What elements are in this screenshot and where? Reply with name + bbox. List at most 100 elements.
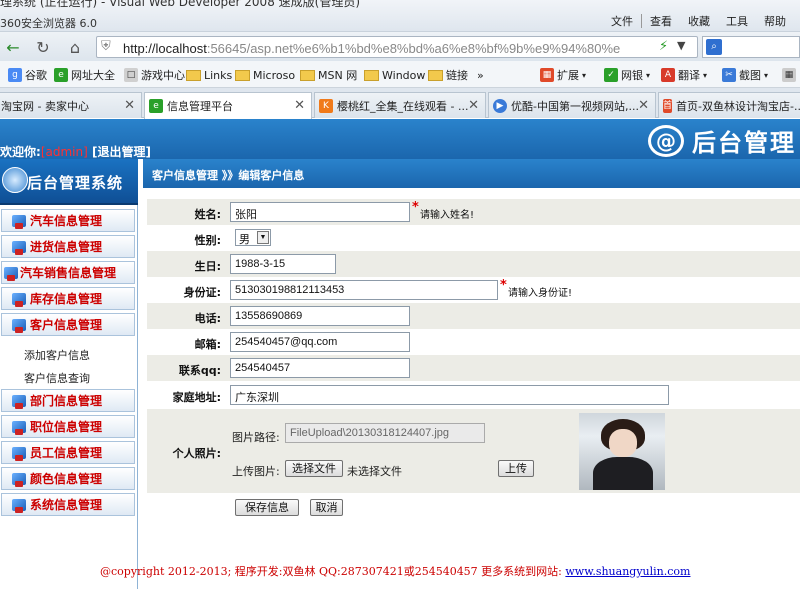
browser-navbar: ← ↻ ⌂ ⛨ http://localhost:56645/asp.net%e… bbox=[0, 32, 800, 61]
tab-bar: 淘宝网 - 卖家中心 ✕ e 信息管理平台 ✕ K 樱桃红_全集_在线观看 - ... ✕… bbox=[0, 88, 800, 119]
search-box[interactable]: ⌕ bbox=[702, 36, 800, 58]
menu-favorites[interactable]: 收藏 bbox=[680, 13, 718, 29]
photo-path-label: 图片路径: bbox=[232, 431, 280, 444]
close-icon[interactable]: ✕ bbox=[124, 98, 135, 113]
menu-book-icon bbox=[4, 266, 18, 281]
sidebar-item-system[interactable]: 系统信息管理 bbox=[1, 493, 135, 516]
sidebar-item-department[interactable]: 部门信息管理 bbox=[1, 389, 135, 412]
toolbar-extensions[interactable]: ▦ 扩展 ▾ bbox=[540, 66, 586, 84]
tab-taobao[interactable]: 淘宝网 - 卖家中心 ✕ bbox=[0, 92, 142, 118]
address-url[interactable]: http://localhost:56645/asp.net%e6%b1%bd%… bbox=[123, 41, 657, 56]
birthday-input[interactable]: 1988-3-15 bbox=[230, 254, 336, 274]
menu-book-icon bbox=[12, 240, 26, 255]
choose-file-button[interactable]: 选择文件 bbox=[285, 460, 343, 477]
row-birthday: 生日: 1988-3-15 bbox=[147, 251, 800, 277]
sidebar-item-car-sales[interactable]: 汽车销售信息管理 bbox=[1, 261, 135, 284]
menu-file[interactable]: 文件 bbox=[603, 13, 641, 29]
sidebar-title-text: 后台管理系统 bbox=[27, 174, 124, 192]
idcard-input[interactable]: 513030198812113453 bbox=[230, 280, 498, 300]
label-qq: 联系qq: bbox=[178, 364, 221, 377]
fav-microsoft[interactable]: Microso bbox=[235, 66, 295, 84]
row-idcard: 身份证: 513030198812113453 * 请输入身份证! bbox=[147, 277, 800, 303]
sidebar-item-color[interactable]: 颜色信息管理 bbox=[1, 467, 135, 490]
welcome-bar: 欢迎你:[admin] [退出管理] bbox=[0, 145, 151, 159]
menu-book-icon bbox=[12, 420, 26, 435]
label-birthday: 生日: bbox=[194, 260, 221, 273]
upload-button[interactable]: 上传 bbox=[498, 460, 534, 477]
fav-google[interactable]: g 谷歌 bbox=[8, 66, 47, 84]
tab-shuangyulin[interactable]: 首首页-双鱼林设计淘宝店-... bbox=[658, 92, 800, 118]
toolbar-translate[interactable]: A 翻译 ▾ bbox=[661, 66, 707, 84]
grid-icon[interactable]: ▦ bbox=[782, 66, 796, 84]
sidebar-item-purchase[interactable]: 进货信息管理 bbox=[1, 235, 135, 258]
logout-link[interactable]: [退出管理] bbox=[92, 145, 151, 159]
cancel-button[interactable]: 取消 bbox=[310, 499, 343, 516]
shop-icon: 首 bbox=[663, 98, 673, 113]
label-email: 邮箱: bbox=[194, 338, 221, 351]
email-input[interactable]: 254540457@qq.com bbox=[230, 332, 410, 352]
menu-help[interactable]: 帮助 bbox=[756, 13, 794, 29]
sidebar-item-inventory[interactable]: 库存信息管理 bbox=[1, 287, 135, 310]
fav-game-center[interactable]: □ 游戏中心 bbox=[124, 66, 185, 84]
row-gender: 性别: 男 ▼ bbox=[147, 225, 800, 251]
no-file-text: 未选择文件 bbox=[347, 465, 402, 478]
menu-tools[interactable]: 工具 bbox=[718, 13, 756, 29]
footer-link[interactable]: www.shuangyulin.com bbox=[565, 565, 690, 578]
sidebar-subitem-add-customer[interactable]: 添加客户信息 bbox=[24, 347, 90, 363]
folder-icon bbox=[235, 69, 250, 81]
label-name: 姓名: bbox=[194, 208, 221, 221]
address-bar[interactable]: ⛨ http://localhost:56645/asp.net%e6%b1%b… bbox=[96, 36, 698, 58]
folder-icon bbox=[300, 69, 315, 81]
search-engine-icon[interactable]: ⌕ bbox=[706, 39, 722, 55]
qq-input[interactable]: 254540457 bbox=[230, 358, 410, 378]
sidebar-item-employee[interactable]: 员工信息管理 bbox=[1, 441, 135, 464]
gender-select[interactable]: 男 ▼ bbox=[235, 229, 271, 246]
sidebar-item-customer[interactable]: 客户信息管理 bbox=[1, 313, 135, 336]
fav-more[interactable]: » bbox=[477, 66, 484, 84]
close-icon[interactable]: ✕ bbox=[638, 98, 649, 113]
toolbar-ebank[interactable]: ✓ 网银 ▾ bbox=[604, 66, 650, 84]
fav-site-nav[interactable]: e 网址大全 bbox=[54, 66, 115, 84]
site-logo: @ 后台管理 bbox=[648, 123, 796, 158]
tab-info-platform[interactable]: e 信息管理平台 ✕ bbox=[144, 92, 312, 119]
menu-book-icon bbox=[12, 214, 26, 229]
chevron-down-icon[interactable]: ▼ bbox=[257, 231, 269, 244]
fav-msn[interactable]: MSN 网 bbox=[300, 66, 357, 84]
address-input[interactable]: 广东深圳 bbox=[230, 385, 669, 405]
sidebar-item-position[interactable]: 职位信息管理 bbox=[1, 415, 135, 438]
tab-video-cherry[interactable]: K 樱桃红_全集_在线观看 - ... ✕ bbox=[314, 92, 486, 118]
scissors-icon: ✂ bbox=[722, 68, 736, 82]
globe-icon: e bbox=[54, 68, 68, 82]
save-button[interactable]: 保存信息 bbox=[235, 499, 299, 516]
phone-input[interactable]: 13558690869 bbox=[230, 306, 410, 326]
toolbar-screenshot[interactable]: ✂ 截图 ▾ bbox=[722, 66, 768, 84]
sidebar-subitem-query-customer[interactable]: 客户信息查询 bbox=[24, 370, 90, 386]
admin-username: [admin] bbox=[40, 145, 88, 159]
menu-view[interactable]: 查看 bbox=[642, 13, 680, 29]
window-title: 理系统 (正在运行) - Visual Web Developer 2008 速… bbox=[0, 0, 361, 9]
translate-icon: A bbox=[661, 68, 675, 82]
close-icon[interactable]: ✕ bbox=[468, 98, 479, 113]
menu-book-icon bbox=[12, 292, 26, 307]
sidebar-item-car-info[interactable]: 汽车信息管理 bbox=[1, 209, 135, 232]
fav-links[interactable]: Links bbox=[186, 66, 232, 84]
browser-titlebar: 理系统 (正在运行) - Visual Web Developer 2008 速… bbox=[0, 0, 800, 32]
logo-text: 后台管理 bbox=[692, 129, 796, 157]
fav-windows[interactable]: Window bbox=[364, 66, 425, 84]
required-mark: * bbox=[500, 278, 507, 293]
label-idcard: 身份证: bbox=[183, 286, 221, 299]
extensions-icon: ▦ bbox=[540, 68, 554, 82]
row-name: 姓名: 张阳 * 请输入姓名! bbox=[147, 199, 800, 225]
home-icon[interactable]: ⌂ bbox=[64, 36, 86, 58]
browser-name: 360安全浏览器 6.0 bbox=[0, 17, 97, 30]
fav-links-cn[interactable]: 链接 bbox=[428, 66, 468, 84]
lightning-icon[interactable]: ⚡ bbox=[659, 39, 668, 54]
back-icon[interactable]: ← bbox=[2, 36, 24, 58]
required-mark: * bbox=[412, 200, 419, 215]
close-icon[interactable]: ✕ bbox=[294, 98, 305, 113]
chevron-down-icon[interactable]: ▼ bbox=[677, 39, 685, 52]
row-email: 邮箱: 254540457@qq.com bbox=[147, 329, 800, 355]
tab-youku[interactable]: ▶ 优酷-中国第一视频网站,... ✕ bbox=[488, 92, 656, 118]
name-input[interactable]: 张阳 bbox=[230, 202, 410, 222]
refresh-icon[interactable]: ↻ bbox=[32, 36, 54, 58]
